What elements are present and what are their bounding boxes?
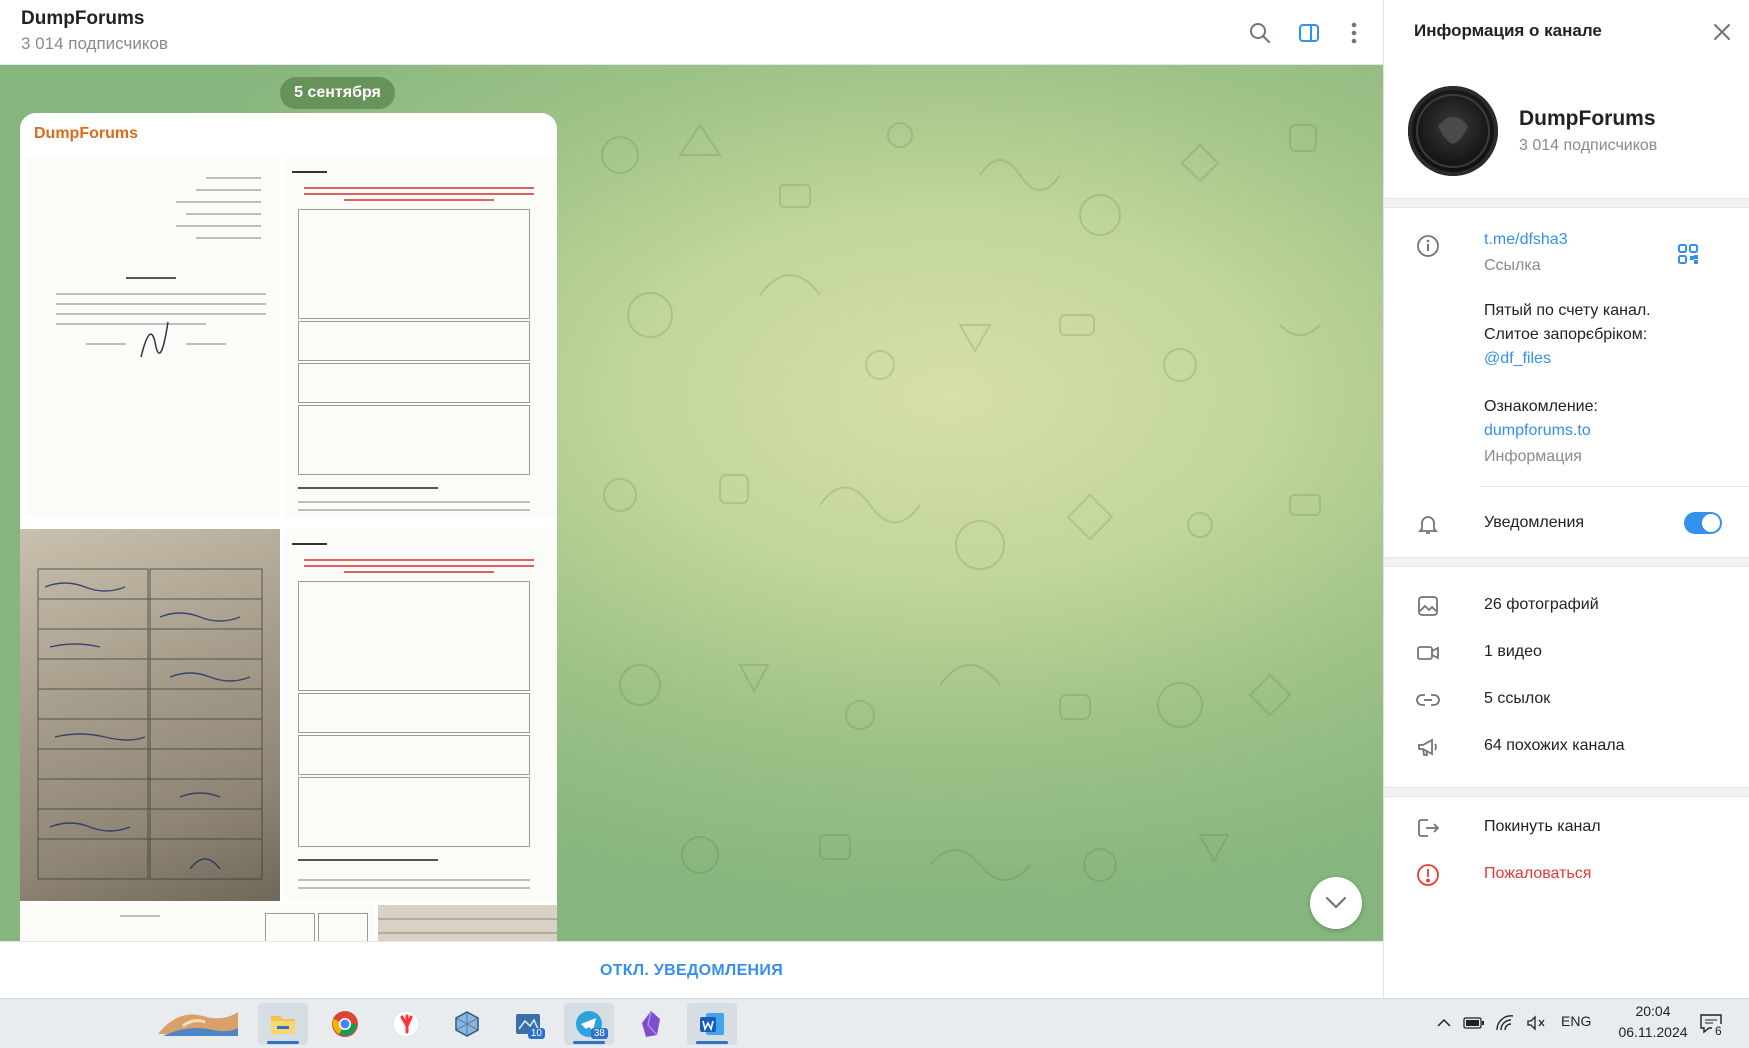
description-mention[interactable]: @df_files: [1484, 350, 1551, 368]
similar-channels[interactable]: 64 похожих канала: [1384, 724, 1749, 770]
info-icon: [1414, 232, 1442, 260]
post-photo-1[interactable]: [26, 157, 280, 517]
description-line-1: Пятый по счету канал.: [1484, 302, 1651, 319]
leave-channel-button[interactable]: Покинуть канал: [1384, 805, 1749, 851]
mute-bar: ОТКЛ. УВЕДОМЛЕНИЯ: [0, 941, 1383, 998]
media-links[interactable]: 5 ссылок: [1384, 677, 1749, 723]
taskbar-app-file-explorer[interactable]: [258, 1003, 308, 1045]
input-language[interactable]: ENG: [1561, 1013, 1591, 1029]
post-photo-2[interactable]: [284, 157, 557, 517]
chat-subscribers: 3 014 подписчиков: [21, 34, 168, 53]
section-divider: [1384, 557, 1749, 567]
media-photos[interactable]: 26 фотографий: [1384, 583, 1749, 629]
report-icon: [1414, 861, 1442, 889]
notification-count: 6: [1712, 1024, 1725, 1038]
description-caption: Информация: [1484, 448, 1582, 465]
post-author[interactable]: DumpForums: [34, 125, 138, 143]
section-divider: [1384, 787, 1749, 797]
report-button[interactable]: Пожаловаться: [1384, 852, 1749, 898]
media-videos-label: 1 видео: [1484, 643, 1542, 660]
post-photo-6[interactable]: [378, 905, 557, 941]
notifications-label: Уведомления: [1484, 514, 1585, 531]
divider: [1480, 486, 1749, 487]
taskbar-app-chrome[interactable]: [320, 1003, 370, 1045]
avatar[interactable]: [1408, 86, 1498, 176]
channel-post: DumpForums: [20, 113, 557, 941]
app-badge: 10: [527, 1028, 545, 1039]
app-badge: 38: [590, 1028, 608, 1039]
media-photos-label: 26 фотографий: [1484, 596, 1599, 613]
more-vertical-icon[interactable]: [1339, 18, 1369, 48]
media-links-label: 5 ссылок: [1484, 690, 1551, 707]
media-videos[interactable]: 1 видео: [1384, 630, 1749, 676]
chevron-up-icon[interactable]: [1433, 1012, 1455, 1034]
taskbar-app-64-10[interactable]: 10: [503, 1003, 553, 1045]
close-icon[interactable]: [1708, 18, 1736, 46]
clock-time[interactable]: 20:04: [1620, 1003, 1686, 1019]
speaker-muted-icon[interactable]: [1525, 1012, 1547, 1034]
notifications-toggle[interactable]: [1684, 512, 1722, 534]
taskbar-app-yandex-browser[interactable]: [381, 1003, 431, 1045]
qr-code-icon[interactable]: [1674, 240, 1702, 268]
description-line-3: Ознакомление:: [1484, 398, 1598, 415]
description-line-2: Слитое запорєбріком:: [1484, 326, 1648, 343]
description-site-link[interactable]: dumpforums.to: [1484, 422, 1591, 440]
chat-column: DumpForums 3 014 подписчиков 5 сентября …: [0, 0, 1383, 998]
date-separator: 5 сентября: [280, 77, 395, 109]
channel-name: DumpForums: [1519, 107, 1656, 130]
similar-channels-label: 64 похожих канала: [1484, 737, 1625, 754]
video-icon: [1414, 639, 1442, 667]
megaphone-icon: [1414, 733, 1442, 761]
search-icon[interactable]: [1245, 18, 1275, 48]
photo-icon: [1414, 592, 1442, 620]
section-divider: [1384, 198, 1749, 208]
report-label: Пожаловаться: [1484, 865, 1592, 882]
taskbar-app-obsidian[interactable]: [626, 1003, 676, 1045]
link-icon: [1414, 686, 1442, 714]
chat-title[interactable]: DumpForums: [21, 8, 145, 30]
chevron-down-icon: [1325, 896, 1347, 909]
post-photo-5[interactable]: [20, 905, 374, 941]
chat-header: DumpForums 3 014 подписчиков: [0, 0, 1383, 65]
sidebar-toggle-icon[interactable]: [1294, 18, 1324, 48]
panel-title: Информация о канале: [1414, 21, 1602, 40]
taskbar-app-virtualbox[interactable]: [442, 1003, 492, 1045]
link-caption: Ссылка: [1484, 257, 1541, 274]
post-photo-3[interactable]: [20, 529, 280, 901]
post-photo-4[interactable]: [284, 529, 557, 901]
leave-channel-label: Покинуть канал: [1484, 818, 1601, 835]
clock-date[interactable]: 06.11.2024: [1604, 1024, 1702, 1040]
taskbar: 10 38 ENG 20:04 06.11.2024 6: [0, 998, 1749, 1048]
channel-link[interactable]: t.me/dfsha3: [1484, 231, 1568, 249]
widgets-button[interactable]: [150, 1003, 245, 1045]
notification-center-icon[interactable]: 6: [1696, 1012, 1726, 1038]
mute-notifications-button[interactable]: ОТКЛ. УВЕДОМЛЕНИЯ: [0, 942, 1383, 999]
leave-icon: [1414, 814, 1442, 842]
taskbar-app-word[interactable]: [687, 1003, 737, 1045]
taskbar-app-telegram[interactable]: 38: [564, 1003, 614, 1045]
bell-icon: [1414, 510, 1442, 538]
channel-subscribers: 3 014 подписчиков: [1519, 137, 1658, 154]
chat-background: 5 сентября DumpForums: [0, 65, 1383, 941]
scroll-down-button[interactable]: [1310, 877, 1362, 929]
channel-info-panel: Информация о канале DumpForums 3 014 под…: [1383, 0, 1749, 998]
wifi-icon[interactable]: [1494, 1012, 1516, 1034]
battery-icon[interactable]: [1463, 1012, 1485, 1034]
